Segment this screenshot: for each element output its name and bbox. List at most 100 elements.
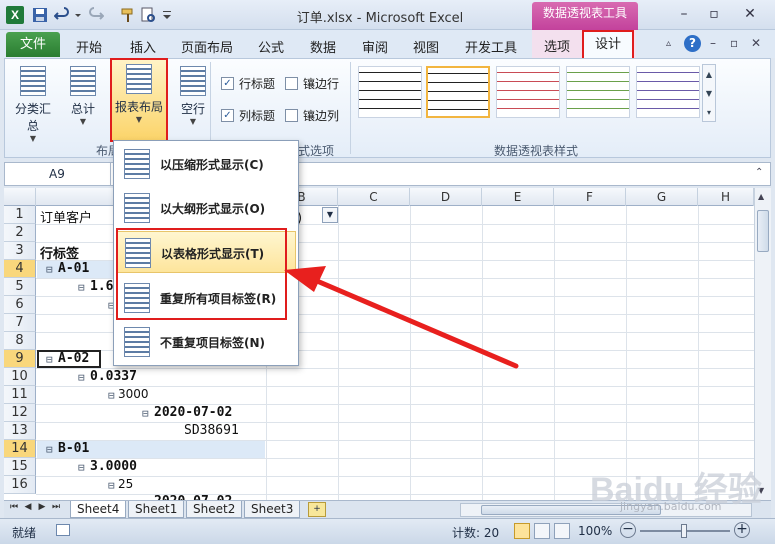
- report-layout-button[interactable]: 报表布局 ▼: [110, 58, 168, 142]
- restore-button[interactable]: ▫: [700, 4, 728, 24]
- row-header[interactable]: 10: [4, 368, 36, 386]
- row-header[interactable]: 12: [4, 404, 36, 422]
- cell-a9[interactable]: A-02: [58, 351, 89, 366]
- last-sheet-icon[interactable]: ⏭: [50, 502, 62, 512]
- save-icon[interactable]: [32, 7, 48, 23]
- style-gallery-scroll[interactable]: ▲ ▼ ▾: [702, 64, 716, 122]
- row-header[interactable]: 5: [4, 278, 36, 296]
- sheet-tab-sheet2[interactable]: Sheet2: [186, 501, 243, 518]
- insert-sheet-icon[interactable]: +: [308, 502, 326, 517]
- first-sheet-icon[interactable]: ⏮: [8, 502, 20, 512]
- column-header-e[interactable]: E: [482, 188, 554, 206]
- sheet-tab-sheet3[interactable]: Sheet3: [244, 501, 301, 518]
- help-icon[interactable]: ?: [684, 35, 701, 52]
- column-header-f[interactable]: F: [554, 188, 626, 206]
- cell-a1[interactable]: 订单客户: [40, 207, 92, 226]
- collapse-toggle-icon[interactable]: ⊟: [78, 461, 85, 474]
- next-sheet-icon[interactable]: ▶: [36, 502, 48, 512]
- collapse-ribbon-icon[interactable]: ▵: [666, 38, 671, 49]
- sheet-tab-sheet4[interactable]: Sheet4: [70, 501, 127, 518]
- wb-close-button[interactable]: ✕: [751, 36, 761, 50]
- sheet-tab-sheet1[interactable]: Sheet1: [128, 501, 185, 518]
- name-box[interactable]: A9: [5, 163, 111, 185]
- undo-icon[interactable]: [53, 7, 70, 23]
- prev-sheet-icon[interactable]: ◀: [22, 502, 34, 512]
- row-header[interactable]: 8: [4, 332, 36, 350]
- scroll-thumb[interactable]: [757, 210, 769, 252]
- row-header[interactable]: 15: [4, 458, 36, 476]
- redo-icon[interactable]: [88, 7, 105, 23]
- cell-a4[interactable]: A-01: [58, 261, 89, 276]
- collapse-toggle-icon[interactable]: ⊟: [78, 371, 85, 384]
- zoom-slider-thumb[interactable]: [681, 524, 687, 538]
- customize-toolbar-icon[interactable]: [162, 7, 172, 23]
- tab-view[interactable]: 视图: [413, 37, 439, 56]
- cell-a15[interactable]: 3.0000: [90, 459, 137, 474]
- banded-rows-checkbox[interactable]: [285, 77, 298, 90]
- zoom-level[interactable]: 100%: [578, 524, 612, 538]
- minimize-button[interactable]: –: [670, 4, 698, 24]
- macro-record-icon[interactable]: [56, 524, 70, 536]
- row-header[interactable]: 1: [4, 206, 36, 224]
- select-all-corner[interactable]: [4, 188, 36, 206]
- column-header-g[interactable]: G: [626, 188, 698, 206]
- format-painter-icon[interactable]: [120, 7, 136, 23]
- row-headers-checkbox[interactable]: ✓: [221, 77, 234, 90]
- tab-review[interactable]: 审阅: [362, 37, 388, 56]
- page-layout-view-icon[interactable]: [534, 523, 550, 539]
- column-header-d[interactable]: D: [410, 188, 482, 206]
- grand-totals-button[interactable]: 总计 ▼: [60, 62, 106, 134]
- cell-a5[interactable]: 1.6: [90, 279, 113, 294]
- menu-item-outline-form[interactable]: 以大纲形式显示(O): [116, 187, 296, 229]
- row-header[interactable]: 3: [4, 242, 36, 260]
- collapse-toggle-icon[interactable]: ⊟: [108, 479, 115, 492]
- wb-minimize-button[interactable]: –: [710, 36, 716, 50]
- row-header[interactable]: 14: [4, 440, 36, 458]
- tab-page-layout[interactable]: 页面布局: [181, 37, 233, 56]
- row-header[interactable]: 11: [4, 386, 36, 404]
- tab-file[interactable]: 文件: [6, 32, 60, 57]
- cell-a11[interactable]: 3000: [118, 387, 149, 401]
- zoom-out-icon[interactable]: −: [620, 522, 636, 538]
- close-button[interactable]: ✕: [736, 4, 764, 24]
- tab-insert[interactable]: 插入: [130, 37, 156, 56]
- collapse-toggle-icon[interactable]: ⊟: [46, 353, 53, 366]
- pivot-style-thumb[interactable]: [636, 66, 700, 118]
- tab-home[interactable]: 开始: [76, 37, 102, 56]
- menu-item-no-repeat-labels[interactable]: 不重复项目标签(N): [116, 321, 296, 363]
- cell-a16[interactable]: 25: [118, 477, 133, 491]
- row-header[interactable]: 6: [4, 296, 36, 314]
- banded-cols-checkbox[interactable]: [285, 109, 298, 122]
- row-header[interactable]: 7: [4, 314, 36, 332]
- pivot-style-thumb-selected[interactable]: [426, 66, 490, 118]
- row-header[interactable]: 2: [4, 224, 36, 242]
- filter-dropdown-icon[interactable]: ▼: [322, 207, 338, 223]
- collapse-toggle-icon[interactable]: ⊟: [46, 263, 53, 276]
- pivot-style-thumb[interactable]: [496, 66, 560, 118]
- wb-restore-button[interactable]: ▫: [730, 36, 738, 50]
- scroll-up-icon[interactable]: ▲: [758, 192, 764, 201]
- col-headers-checkbox[interactable]: ✓: [221, 109, 234, 122]
- excel-app-icon[interactable]: X: [6, 6, 24, 24]
- row-header[interactable]: 9: [4, 350, 36, 368]
- row-header[interactable]: 13: [4, 422, 36, 440]
- undo-dropdown-icon[interactable]: [74, 7, 82, 23]
- pivot-style-thumb[interactable]: [358, 66, 422, 118]
- collapse-toggle-icon[interactable]: ⊟: [46, 443, 53, 456]
- cell-a10[interactable]: 0.0337: [90, 369, 137, 384]
- expand-formula-icon[interactable]: ⌃: [755, 167, 763, 178]
- tab-developer[interactable]: 开发工具: [465, 37, 517, 56]
- cell-a14[interactable]: B-01: [58, 441, 89, 456]
- collapse-toggle-icon[interactable]: ⊟: [108, 389, 115, 402]
- cell-a3[interactable]: 行标签: [40, 243, 79, 262]
- menu-item-compact-form[interactable]: 以压缩形式显示(C): [116, 143, 296, 185]
- page-break-view-icon[interactable]: [554, 523, 570, 539]
- vertical-scrollbar[interactable]: ▲ ▼: [754, 188, 771, 500]
- normal-view-icon[interactable]: [514, 523, 530, 539]
- tab-data[interactable]: 数据: [310, 37, 336, 56]
- tab-pivot-options[interactable]: 选项: [536, 36, 578, 55]
- row-header[interactable]: 4: [4, 260, 36, 278]
- row-header[interactable]: 16: [4, 476, 36, 494]
- cell-a12[interactable]: 2020-07-02: [154, 405, 232, 420]
- collapse-toggle-icon[interactable]: ⊟: [78, 281, 85, 294]
